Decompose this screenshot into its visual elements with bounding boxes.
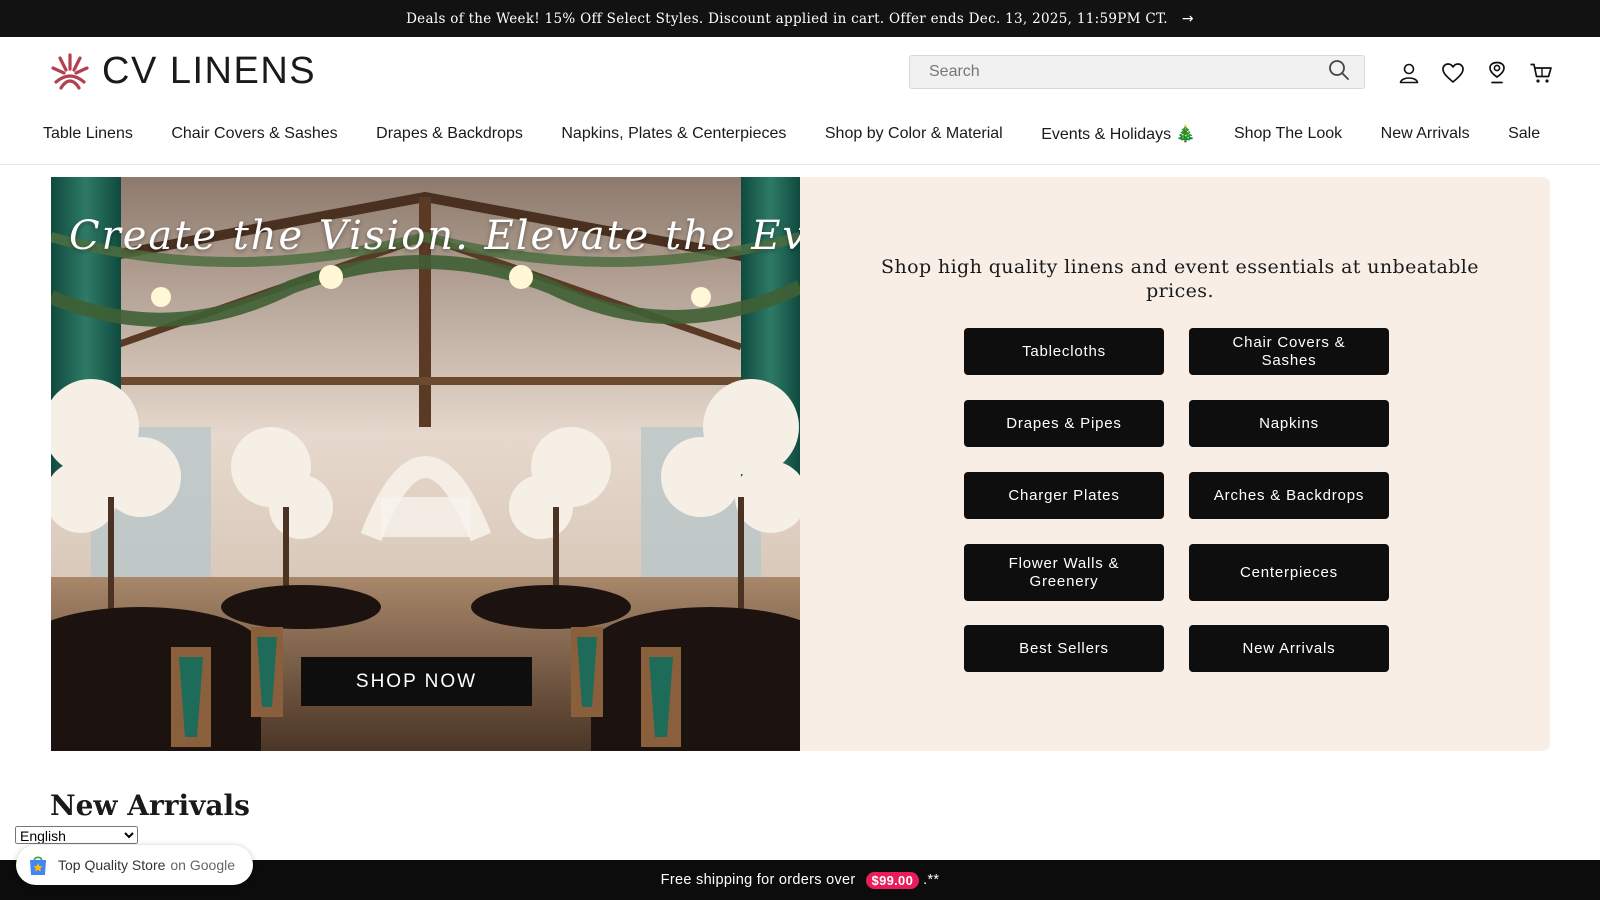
main-navigation: Table Linens Chair Covers & Sashes Drape… (0, 107, 1600, 165)
category-button-drapes[interactable]: Drapes & Pipes (964, 400, 1164, 447)
nav-item-shop-by-color[interactable]: Shop by Color & Material (825, 125, 1003, 143)
nav-item-table-linens[interactable]: Table Linens (43, 125, 133, 143)
badge-suffix: on Google (170, 857, 235, 873)
nav-item-shop-the-look[interactable]: Shop The Look (1234, 125, 1342, 143)
category-button-chair-covers[interactable]: Chair Covers & Sashes (1189, 328, 1389, 375)
brand-mark-icon (51, 53, 89, 90)
nav-item-chair-covers[interactable]: Chair Covers & Sashes (171, 125, 337, 143)
search-input[interactable] (929, 63, 1328, 81)
category-button-tablecloths[interactable]: Tablecloths (964, 328, 1164, 375)
category-button-napkins[interactable]: Napkins (1189, 400, 1389, 447)
shipping-threshold-badge: $99.00 (865, 871, 920, 889)
search-icon[interactable] (1328, 59, 1350, 86)
nav-item-events-holidays[interactable]: Events & Holidays 🎄 (1041, 124, 1195, 144)
category-panel: Shop high quality linens and event essen… (800, 177, 1550, 751)
nav-item-napkins-plates[interactable]: Napkins, Plates & Centerpieces (561, 125, 786, 143)
category-button-charger-plates[interactable]: Charger Plates (964, 472, 1164, 519)
store-locator-pin-icon[interactable] (1482, 58, 1512, 88)
badge-label: Top Quality Store (58, 857, 166, 873)
hero-headline: Create the Vision. Elevate the Event. (69, 213, 800, 259)
announcement-bar[interactable]: Deals of the Week! 15% Off Select Styles… (0, 0, 1600, 37)
category-button-centerpieces[interactable]: Centerpieces (1189, 544, 1389, 601)
site-header: CV LINENS (0, 37, 1600, 107)
wishlist-heart-icon[interactable] (1438, 58, 1468, 88)
shipping-text: Free shipping for orders over (660, 872, 856, 888)
announcement-text: Deals of the Week! 15% Off Select Styles… (406, 10, 1168, 27)
nav-item-new-arrivals[interactable]: New Arrivals (1381, 125, 1470, 143)
account-icon[interactable] (1394, 58, 1424, 88)
search-bar[interactable] (909, 55, 1365, 89)
shipping-suffix: .** (923, 872, 940, 888)
nav-item-drapes[interactable]: Drapes & Backdrops (376, 125, 523, 143)
category-button-new-arrivals[interactable]: New Arrivals (1189, 625, 1389, 672)
shop-now-button[interactable]: SHOP NOW (301, 657, 532, 706)
shopping-bag-star-icon (30, 856, 46, 875)
nav-item-sale[interactable]: Sale (1508, 125, 1540, 143)
google-quality-badge[interactable]: Top Quality Store on Google (16, 845, 253, 885)
header-icon-group (1394, 58, 1556, 88)
cart-icon[interactable] (1526, 58, 1556, 88)
brand-logo[interactable]: CV LINENS (48, 49, 316, 93)
arrow-right-icon[interactable]: → (1182, 11, 1194, 27)
brand-name: CV LINENS (102, 49, 317, 92)
section-title: New Arrivals (50, 789, 250, 822)
category-button-best-sellers[interactable]: Best Sellers (964, 625, 1164, 672)
hero-tagline: Shop high quality linens and event essen… (881, 256, 1479, 302)
language-select[interactable]: English (15, 826, 138, 844)
hero-banner-image[interactable]: Create the Vision. Elevate the Event. SH… (51, 177, 800, 751)
hero-section: Create the Vision. Elevate the Event. SH… (51, 177, 1550, 751)
category-button-arches[interactable]: Arches & Backdrops (1189, 472, 1389, 519)
category-button-flower-walls[interactable]: Flower Walls & Greenery (964, 544, 1164, 601)
